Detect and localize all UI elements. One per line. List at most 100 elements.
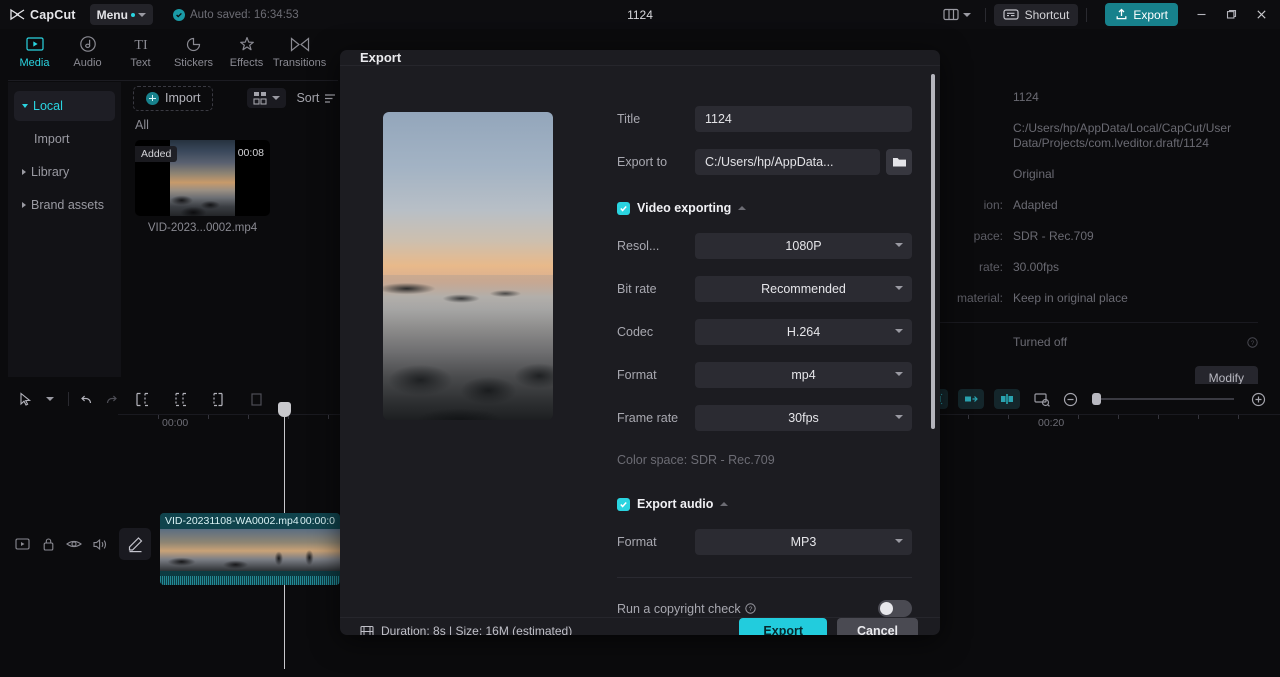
- folder-icon: [892, 158, 906, 167]
- copyright-check-toggle[interactable]: [878, 600, 912, 617]
- video-exporting-title: Video exporting: [637, 201, 732, 215]
- sidebar-item-local[interactable]: Local: [14, 91, 115, 121]
- shortcut-button[interactable]: Shortcut: [993, 3, 1079, 26]
- track-visibility-button[interactable]: [66, 536, 82, 552]
- preview-column: [340, 66, 595, 617]
- video-preview-thumbnail: [382, 112, 553, 420]
- tab-text[interactable]: TI Text: [114, 29, 167, 69]
- sidebar-item-brand-assets[interactable]: Brand assets: [14, 190, 115, 220]
- keyframe-out-button[interactable]: [958, 389, 984, 409]
- ruler-label: 00:20: [1038, 417, 1065, 429]
- maximize-button[interactable]: [1216, 0, 1246, 29]
- layout-icon: [943, 8, 959, 21]
- import-button[interactable]: Import: [133, 85, 214, 111]
- split-button[interactable]: [161, 387, 199, 411]
- export-button-titlebar[interactable]: Export: [1105, 3, 1178, 26]
- zoom-out-button[interactable]: [1058, 387, 1082, 411]
- track-video-button[interactable]: [14, 536, 30, 552]
- media-thumbnail[interactable]: Added 00:08: [135, 140, 270, 216]
- zoom-slider-knob[interactable]: [1092, 393, 1101, 405]
- property-row: pace: SDR - Rec.709: [889, 229, 1272, 244]
- transitions-icon: [290, 34, 310, 54]
- export-settings-form: Title 1124 Export to C:/Users/hp/AppData…: [595, 66, 940, 617]
- close-button[interactable]: [1246, 0, 1276, 29]
- property-row: material: Keep in original place: [889, 291, 1272, 306]
- menu-badge-dot: [130, 12, 135, 17]
- tab-effects[interactable]: Effects: [220, 29, 273, 69]
- export-info-text: Duration: 8s | Size: 16M (estimated): [381, 624, 573, 635]
- lock-icon: [43, 537, 53, 551]
- track-lock-button[interactable]: [40, 536, 56, 552]
- split-right-button[interactable]: [199, 387, 237, 411]
- sidebar-item-label: Local: [33, 99, 63, 113]
- sidebar-item-library[interactable]: Library: [14, 157, 115, 187]
- delete-button[interactable]: [237, 387, 275, 411]
- tab-audio[interactable]: Audio: [61, 29, 114, 69]
- property-value: 30.00fps: [1013, 260, 1060, 274]
- keyboard-icon: [1003, 9, 1019, 20]
- select-tool-button[interactable]: [14, 387, 38, 411]
- edit-clip-button[interactable]: [119, 528, 151, 560]
- minimize-button[interactable]: [1186, 0, 1216, 29]
- layout-button[interactable]: [937, 5, 977, 24]
- zoom-slider[interactable]: [1092, 393, 1234, 405]
- chevron-right-icon: [22, 202, 26, 208]
- framerate-select[interactable]: 30fps: [695, 405, 912, 431]
- export-path-input[interactable]: C:/Users/hp/AppData...: [695, 149, 880, 175]
- sort-button[interactable]: Sort: [296, 91, 336, 105]
- video-format-select[interactable]: mp4: [695, 362, 912, 388]
- video-exporting-section-header[interactable]: Video exporting: [617, 201, 912, 215]
- timeline-clip[interactable]: VID-20231108-WA0002.mp4 00:00:0: [160, 513, 340, 585]
- menu-button[interactable]: Menu: [89, 4, 153, 25]
- track-mute-button[interactable]: [92, 536, 108, 552]
- dialog-cancel-button[interactable]: Cancel: [837, 618, 918, 635]
- property-value: Adapted: [1013, 198, 1058, 212]
- sidebar-item-label: Library: [31, 165, 70, 179]
- tab-stickers[interactable]: Stickers: [167, 29, 220, 69]
- bitrate-select[interactable]: Recommended: [695, 276, 912, 302]
- property-value: Keep in original place: [1013, 291, 1128, 305]
- export-audio-section-header[interactable]: Export audio: [617, 497, 912, 511]
- maximize-icon: [1226, 10, 1236, 19]
- status-row: Turned off ?: [889, 335, 1272, 350]
- tab-media[interactable]: Media: [8, 29, 61, 69]
- chevron-down-icon: [895, 243, 903, 247]
- timeline-right-tools: [886, 387, 1280, 411]
- undo-button[interactable]: [75, 387, 99, 411]
- export-audio-checkbox[interactable]: [617, 497, 630, 511]
- view-mode-toggle[interactable]: [247, 88, 287, 108]
- codec-select[interactable]: H.264: [695, 319, 912, 345]
- property-row: ion: Adapted: [889, 198, 1272, 213]
- audio-format-select[interactable]: MP3: [695, 529, 912, 555]
- playhead-handle[interactable]: [278, 402, 291, 417]
- resolution-select[interactable]: 1080P: [695, 233, 912, 259]
- split-left-button[interactable]: [123, 387, 161, 411]
- upload-icon: [1116, 8, 1127, 20]
- media-filename: VID-2023...0002.mp4: [147, 222, 258, 234]
- tool-dropdown-button[interactable]: [38, 387, 62, 411]
- clip-header: VID-20231108-WA0002.mp4 00:00:0: [160, 513, 340, 529]
- effects-icon: [238, 34, 256, 54]
- tab-transitions[interactable]: Transitions: [273, 29, 326, 69]
- zoom-in-icon: [1251, 392, 1265, 406]
- media-item[interactable]: Added 00:08 VID-2023...0002.mp4: [135, 140, 270, 234]
- video-exporting-checkbox[interactable]: [617, 201, 630, 215]
- chevron-right-icon: [22, 169, 26, 175]
- sidebar-item-import[interactable]: Import: [14, 124, 115, 154]
- framerate-label: Frame rate: [617, 411, 679, 425]
- title-input[interactable]: 1124: [695, 106, 912, 132]
- audio-format-label: Format: [617, 535, 657, 549]
- chevron-up-icon[interactable]: [738, 206, 747, 210]
- redo-button[interactable]: [99, 387, 123, 411]
- film-icon: [360, 625, 374, 635]
- browse-folder-button[interactable]: [886, 149, 912, 175]
- chevron-down-icon: [895, 329, 903, 333]
- delete-icon: [250, 392, 262, 406]
- chevron-up-icon[interactable]: [720, 502, 729, 506]
- split-clip-button[interactable]: [994, 389, 1020, 409]
- dialog-export-button[interactable]: Export: [739, 618, 827, 635]
- zoom-in-button[interactable]: [1246, 387, 1270, 411]
- crop-button[interactable]: [1030, 387, 1054, 411]
- dialog-scrollbar[interactable]: [931, 74, 935, 429]
- property-row: C:/Users/hp/AppData/Local/CapCut/User Da…: [889, 121, 1272, 151]
